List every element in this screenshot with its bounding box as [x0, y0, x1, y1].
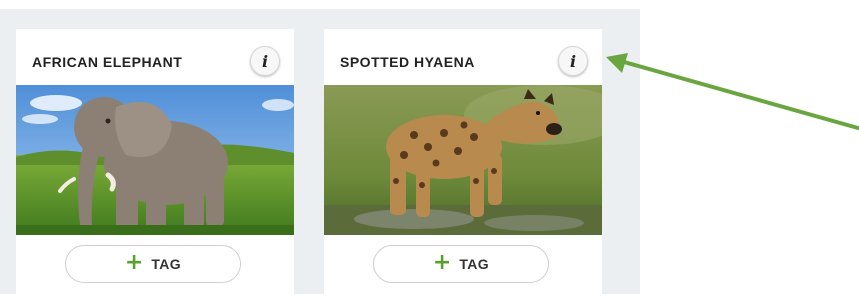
annotation-arrow-icon	[606, 53, 859, 130]
